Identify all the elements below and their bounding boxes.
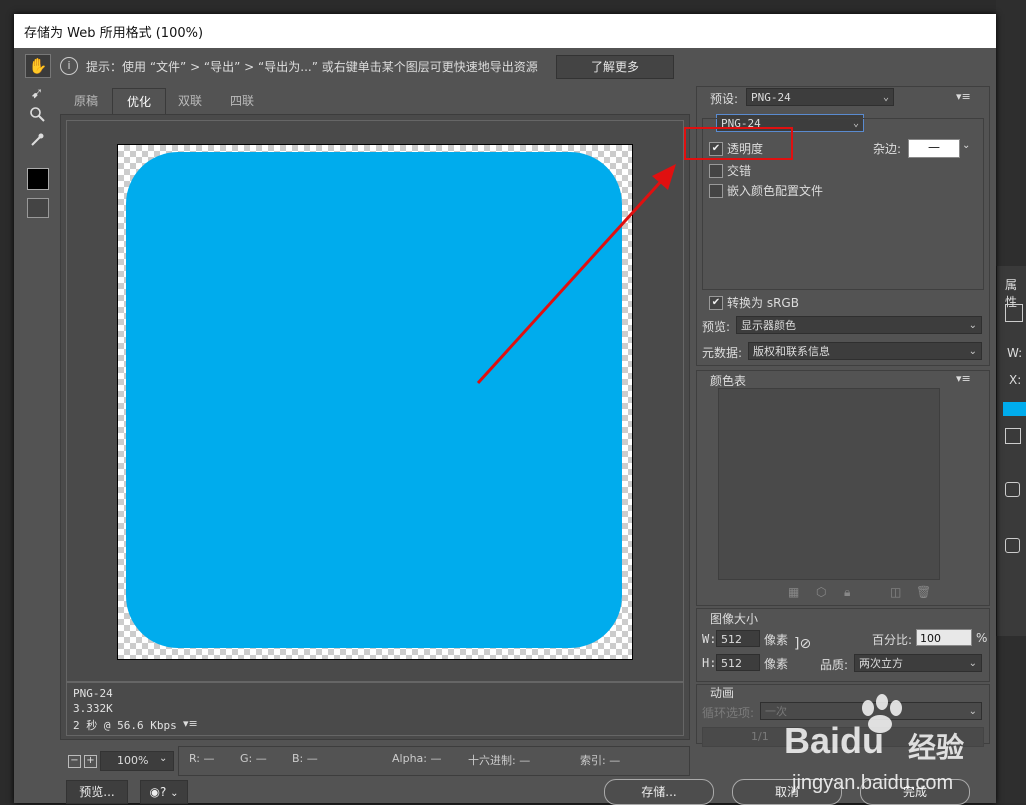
arrow-line: [476, 176, 666, 385]
watermark-url: jingyan.baidu.com: [792, 772, 954, 794]
watermark-brand: Baidu: [784, 720, 885, 761]
watermark: Baidu 经验 jingyan.baidu.com: [780, 680, 1026, 803]
watermark-brand-cn: 经验: [908, 731, 965, 764]
